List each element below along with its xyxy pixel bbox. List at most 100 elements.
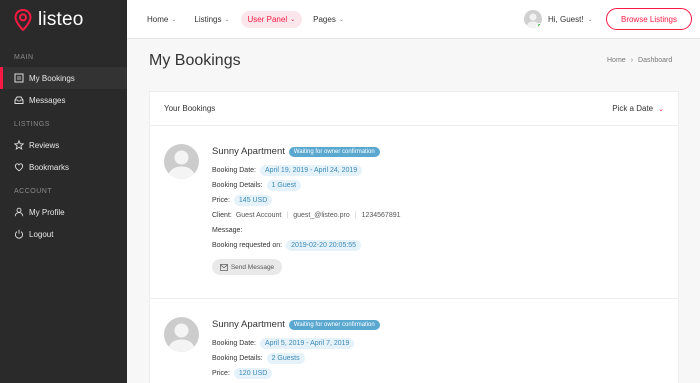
- price-row: Price: 145 USD: [212, 193, 401, 208]
- avatar: [524, 10, 542, 28]
- user-greeting: Hi, Guest!: [548, 14, 584, 24]
- avatar: [164, 144, 199, 179]
- main-nav: Home ⌄ Listings ⌄ User Panel ⌄ Pages ⌄: [140, 11, 355, 28]
- sidebar-item-label: Messages: [29, 95, 66, 105]
- client-row: Client: Guest Account | guest_@listeo.pr…: [212, 208, 401, 223]
- divider: [150, 298, 678, 299]
- top-header: Home ⌄ Listings ⌄ User Panel ⌄ Pages ⌄ Hi, G…: [127, 0, 700, 39]
- nav-listings[interactable]: Listings ⌄: [187, 11, 236, 28]
- field-label: Booking Date:: [212, 340, 256, 347]
- field-label: Client:: [212, 212, 232, 219]
- page-title: My Bookings: [149, 52, 241, 69]
- pick-date-label: Pick a Date: [612, 104, 654, 113]
- price-row: Price: 120 USD: [212, 366, 380, 381]
- sidebar-item-my-profile[interactable]: My Profile: [0, 201, 127, 223]
- chevron-down-icon: ⌄: [171, 17, 177, 23]
- field-label: Price:: [212, 370, 230, 377]
- message-row: Message:: [212, 223, 401, 238]
- chevron-down-icon: ⌄: [224, 17, 230, 23]
- sidebar-item-logout[interactable]: Logout: [0, 223, 127, 245]
- map-pin-icon: [14, 8, 32, 31]
- breadcrumb: Home › Dashboard: [607, 57, 672, 64]
- user-menu[interactable]: Hi, Guest! ⌄: [524, 10, 593, 28]
- sidebar-item-bookmarks[interactable]: Bookmarks: [0, 156, 127, 178]
- booking-title: Sunny Apartment Waiting for owner confir…: [212, 319, 380, 330]
- sidebar-item-reviews[interactable]: Reviews: [0, 134, 127, 156]
- star-icon: [14, 140, 24, 150]
- sidebar-section-main: Main: [14, 54, 34, 61]
- browse-listings-button[interactable]: Browse Listings: [606, 8, 692, 30]
- sidebar-item-label: My Bookings: [29, 73, 75, 83]
- nav-label: Home: [147, 15, 169, 24]
- client-phone: 1234567891: [361, 212, 401, 219]
- avatar: [164, 317, 199, 352]
- field-label: Booking requested on:: [212, 242, 283, 249]
- sidebar-item-label: Reviews: [29, 140, 60, 150]
- listing-name[interactable]: Sunny Apartment: [212, 146, 285, 157]
- nav-label: User Panel: [247, 15, 288, 24]
- client-name: Guest Account: [235, 212, 282, 219]
- panel-title: Your Bookings: [164, 104, 216, 113]
- nav-home[interactable]: Home ⌄: [140, 11, 183, 28]
- booking-details-value: 1 Guest: [266, 180, 302, 191]
- booking-details-row: Booking Details: 2 Guests: [212, 351, 380, 366]
- field-label: Booking Details:: [212, 355, 263, 362]
- chevron-down-icon: ⌄: [658, 105, 664, 113]
- send-message-button[interactable]: Send Message: [212, 259, 282, 275]
- booking-date-row: Booking Date: April 5, 2019 - April 7, 2…: [212, 336, 380, 351]
- chevron-down-icon: ⌄: [338, 17, 344, 23]
- price-value: 145 USD: [233, 195, 273, 206]
- power-icon: [14, 229, 24, 239]
- logo-text: listeo: [38, 8, 84, 30]
- sidebar: listeo Main My Bookings Messages Listing…: [0, 0, 127, 383]
- status-badge: Waiting for owner confirmation: [288, 146, 380, 157]
- breadcrumb-home[interactable]: Home: [607, 57, 626, 64]
- chevron-right-icon: ›: [630, 57, 634, 64]
- sidebar-item-label: Logout: [29, 229, 54, 239]
- pick-date-dropdown[interactable]: Pick a Date ⌄: [612, 104, 664, 113]
- bookings-panel: Your Bookings Pick a Date ⌄ Sunny Apartm…: [149, 91, 679, 383]
- booking-date-value: April 5, 2019 - April 7, 2019: [259, 338, 355, 349]
- listing-name[interactable]: Sunny Apartment: [212, 319, 285, 330]
- client-email[interactable]: guest_@listeo.pro: [293, 212, 350, 219]
- user-icon: [14, 207, 24, 217]
- panel-header: Your Bookings Pick a Date ⌄: [150, 92, 678, 126]
- status-badge: Waiting for owner confirmation: [288, 319, 380, 330]
- chevron-down-icon: ⌄: [290, 17, 296, 23]
- booking-details-value: 2 Guests: [266, 353, 305, 364]
- logo[interactable]: listeo: [0, 0, 127, 39]
- requested-on-value: 2019-02-20 20:05:55: [286, 240, 362, 251]
- separator: |: [286, 212, 289, 219]
- chevron-down-icon: ⌄: [587, 16, 593, 23]
- online-status-dot: [537, 23, 542, 28]
- requested-on-row: Booking requested on: 2019-02-20 20:05:5…: [212, 238, 401, 253]
- sidebar-section-account: Account: [14, 188, 53, 195]
- price-value: 120 USD: [233, 368, 273, 379]
- field-label: Booking Details:: [212, 182, 263, 189]
- breadcrumb-dashboard: Dashboard: [638, 57, 673, 64]
- sidebar-section-listings: Listings: [14, 121, 50, 128]
- nav-label: Listings: [194, 15, 222, 24]
- sidebar-item-my-bookings[interactable]: My Bookings: [0, 67, 127, 89]
- nav-pages[interactable]: Pages ⌄: [306, 11, 351, 28]
- booking-details-row: Booking Details: 1 Guest: [212, 178, 401, 193]
- envelope-icon: [219, 263, 228, 271]
- bookings-icon: [14, 73, 24, 83]
- separator: |: [354, 212, 357, 219]
- booking-date-value: April 19, 2019 - April 24, 2019: [259, 165, 363, 176]
- booking-details: Sunny Apartment Waiting for owner confir…: [212, 146, 401, 275]
- heart-icon: [14, 162, 24, 172]
- booking-details: Sunny Apartment Waiting for owner confir…: [212, 319, 380, 381]
- field-label: Message:: [212, 227, 243, 234]
- sidebar-item-label: My Profile: [29, 207, 65, 217]
- field-label: Booking Date:: [212, 167, 256, 174]
- nav-label: Pages: [313, 15, 336, 24]
- sidebar-item-label: Bookmarks: [29, 162, 70, 172]
- sidebar-item-messages[interactable]: Messages: [0, 89, 127, 111]
- field-label: Price:: [212, 197, 230, 204]
- inbox-icon: [14, 95, 24, 105]
- booking-title: Sunny Apartment Waiting for owner confir…: [212, 146, 401, 157]
- send-message-label: Send Message: [230, 263, 275, 271]
- nav-user-panel[interactable]: User Panel ⌄: [240, 11, 303, 28]
- booking-date-row: Booking Date: April 19, 2019 - April 24,…: [212, 163, 401, 178]
